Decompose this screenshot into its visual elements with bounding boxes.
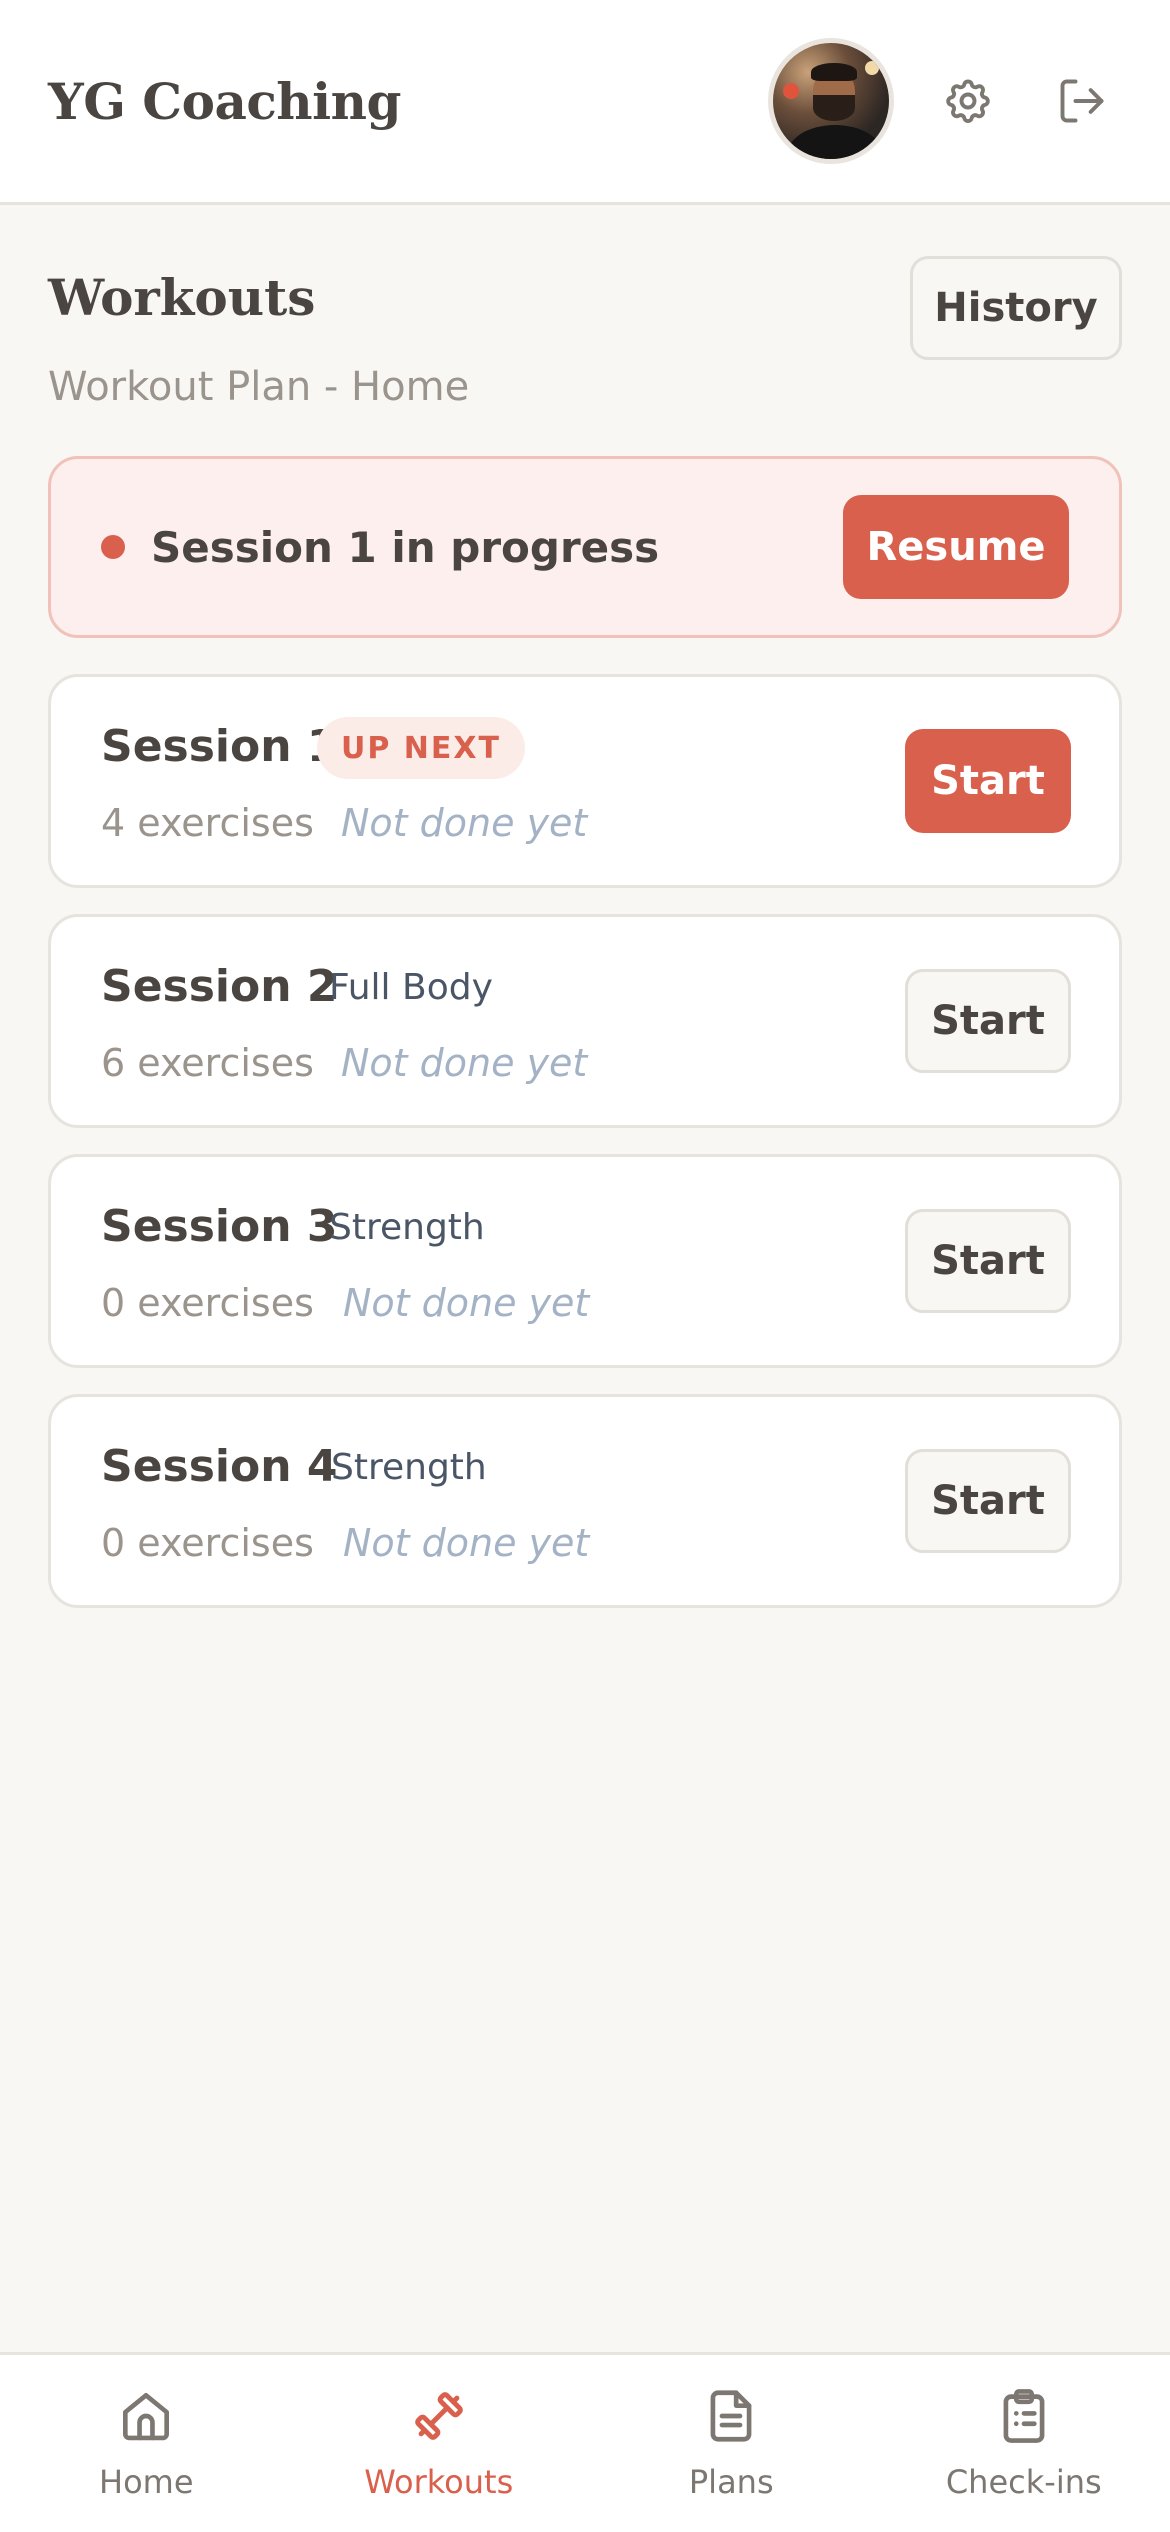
- nav-label: Plans: [688, 2463, 774, 2501]
- nav-item-workouts[interactable]: Workouts: [293, 2355, 586, 2532]
- start-session-button[interactable]: Start: [905, 1209, 1071, 1313]
- session-exercise-count: 0 exercises: [101, 1521, 314, 1565]
- session-name: Session 1: [101, 721, 338, 772]
- session-card[interactable]: Session 2 Full Body 6 exercises Not done…: [48, 914, 1122, 1128]
- nav-item-check-ins[interactable]: Check-ins: [878, 2355, 1170, 2532]
- session-status: Not done yet: [343, 1521, 590, 1565]
- avatar-background-light: [865, 61, 879, 75]
- session-card[interactable]: Session 4 Strength 0 exercises Not done …: [48, 1394, 1122, 1608]
- session-card[interactable]: Session 1 UP NEXT 4 exercises Not done y…: [48, 674, 1122, 888]
- avatar-beard: [813, 95, 855, 121]
- header-actions: [768, 38, 1122, 164]
- session-name: Session 4: [101, 1441, 338, 1492]
- brand-title: YG Coaching: [48, 71, 401, 131]
- session-exercise-count: 4 exercises: [101, 801, 314, 845]
- session-name: Session 3: [101, 1201, 338, 1252]
- avatar-hair: [811, 63, 857, 81]
- session-name: Session 2: [101, 961, 338, 1012]
- start-session-button[interactable]: Start: [905, 1449, 1071, 1553]
- session-tag: Strength: [329, 1207, 485, 1248]
- avatar-shirt: [787, 125, 883, 159]
- dumbbell-icon: [414, 2392, 463, 2440]
- nav-label: Home: [99, 2463, 194, 2501]
- resume-button[interactable]: Resume: [843, 495, 1069, 599]
- progress-text: Session 1 in progress: [151, 522, 660, 572]
- session-tag: Full Body: [329, 967, 493, 1008]
- session-progress-banner: Session 1 in progress Resume: [48, 456, 1122, 638]
- logout-button[interactable]: [1042, 61, 1122, 141]
- top-header: YG Coaching: [0, 0, 1170, 205]
- page-subtitle: Workout Plan - Home: [48, 364, 470, 410]
- session-exercise-count: 6 exercises: [101, 1041, 314, 1085]
- clipboard-icon: [1003, 2389, 1045, 2443]
- session-tag: Strength: [331, 1447, 487, 1488]
- home-icon: [123, 2393, 170, 2441]
- up-next-badge: UP NEXT: [317, 717, 525, 779]
- nav-label: Check-ins: [945, 2463, 1102, 2501]
- app-screen: YG Coaching Workouts Workout Plan - Home…: [0, 0, 1170, 2532]
- session-status: Not done yet: [341, 801, 588, 845]
- session-card[interactable]: Session 3 Strength 0 exercises Not done …: [48, 1154, 1122, 1368]
- nav-item-home[interactable]: Home: [0, 2355, 293, 2532]
- page-title: Workouts: [48, 268, 316, 327]
- gear-icon: [946, 79, 990, 123]
- avatar[interactable]: [768, 38, 894, 164]
- logout-icon: [1060, 79, 1104, 123]
- session-exercise-count: 0 exercises: [101, 1281, 314, 1325]
- settings-button[interactable]: [928, 61, 1008, 141]
- avatar-background-light: [783, 83, 799, 99]
- start-session-button[interactable]: Start: [905, 969, 1071, 1073]
- history-button[interactable]: History: [910, 256, 1122, 360]
- start-session-button[interactable]: Start: [905, 729, 1071, 833]
- bottom-nav: Home Workouts Plans Check-ins: [0, 2352, 1170, 2532]
- session-status: Not done yet: [341, 1041, 588, 1085]
- nav-item-plans[interactable]: Plans: [585, 2355, 878, 2532]
- document-icon: [710, 2390, 752, 2442]
- session-status: Not done yet: [343, 1281, 590, 1325]
- progress-dot-icon: [101, 535, 125, 559]
- nav-label: Workouts: [364, 2463, 514, 2501]
